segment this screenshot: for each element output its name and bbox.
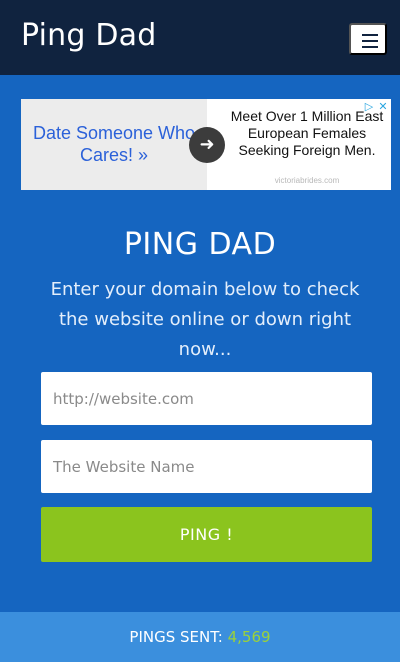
main-section: Date Someone Who Cares! » ➜ Meet Over 1 … xyxy=(0,75,400,612)
ping-button[interactable]: PING ! xyxy=(41,507,372,562)
brand-title[interactable]: Ping Dad xyxy=(21,18,157,53)
navbar: Ping Dad xyxy=(0,0,400,75)
ad-choices-icon[interactable]: ▷ xyxy=(361,101,377,113)
arrow-right-icon[interactable]: ➜ xyxy=(189,127,225,163)
ad-banner[interactable]: Date Someone Who Cares! » ➜ Meet Over 1 … xyxy=(21,99,391,190)
pings-sent-count: 4,569 xyxy=(227,628,271,646)
footer-bar: PINGS SENT: 4,569 xyxy=(0,612,400,662)
ad-description[interactable]: Meet Over 1 Million East European Female… xyxy=(229,108,385,159)
ad-left-panel[interactable]: Date Someone Who Cares! » xyxy=(21,99,207,190)
ad-headline[interactable]: Date Someone Who Cares! » xyxy=(29,122,199,166)
page-lead: Enter your domain below to check the web… xyxy=(50,279,360,360)
page-title: PING DAD xyxy=(123,227,277,262)
close-icon[interactable]: ✕ xyxy=(377,101,389,113)
website-name-input[interactable] xyxy=(41,440,372,493)
pings-sent-label: PINGS SENT: xyxy=(129,628,223,646)
pings-sent-counter: PINGS SENT: 4,569 xyxy=(129,628,270,646)
menu-toggle-button[interactable] xyxy=(349,23,387,55)
url-input[interactable] xyxy=(41,372,372,425)
ad-domain: victoriabrides.com xyxy=(274,176,340,185)
